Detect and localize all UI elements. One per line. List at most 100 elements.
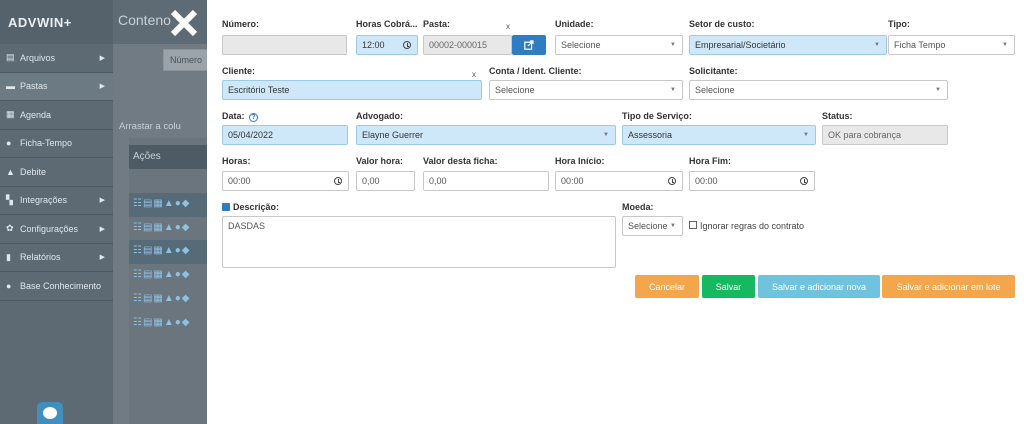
sidebar-item-pastas[interactable]: ▬ Pastas ▶: [0, 72, 113, 101]
clock-icon: ●: [6, 138, 12, 149]
sidebar-item-debite[interactable]: ▲ Debite: [0, 158, 113, 187]
table-row[interactable]: ☷▤▦▲●◆: [129, 312, 207, 336]
data-field[interactable]: 05/04/2022: [222, 125, 348, 145]
data-label: Data: ?: [222, 111, 259, 122]
save-button[interactable]: Salvar: [702, 275, 755, 298]
descricao-textarea[interactable]: [222, 216, 616, 268]
chevron-down-icon: ▼: [670, 223, 676, 229]
group-by-hint: Arrastar a colu: [119, 121, 181, 132]
sidebar-item-label: Configurações: [20, 223, 79, 234]
sidebar-item-label: Arquivos: [20, 52, 56, 63]
cliente-label: Cliente:: [222, 66, 256, 76]
table-row[interactable]: ☷▤▦▲●◆: [129, 288, 207, 312]
save-add-new-button[interactable]: Salvar e adicionar nova: [758, 275, 880, 298]
sidebar-item-ficha-tempo[interactable]: ● Ficha-Tempo: [0, 130, 113, 158]
table-row[interactable]: ☷▤▦▲●◆: [129, 193, 207, 217]
tipo-servico-label: Tipo de Serviço:: [622, 111, 692, 121]
close-icon[interactable]: [169, 8, 199, 38]
pasta-label: Pasta:: [423, 19, 451, 29]
advogado-label: Advogado:: [356, 111, 403, 121]
sidebar-item-arquivos[interactable]: ▤ Arquivos ▶: [0, 44, 113, 73]
sidebar-item-base-conhecimento[interactable]: ● Base Conhecimento: [0, 272, 113, 301]
numero-field[interactable]: [222, 35, 347, 55]
chatbot-button[interactable]: [37, 402, 63, 424]
moeda-select[interactable]: Selecione ▼: [622, 216, 683, 236]
table-row[interactable]: ☷▤▦▲●◆: [129, 264, 207, 288]
cliente-field[interactable]: Escritório Teste: [222, 80, 482, 100]
sidebar-item-configuracoes[interactable]: ✿ Configurações ▶: [0, 215, 113, 244]
chatbot-icon: [43, 407, 57, 419]
edit-icon: [222, 203, 230, 211]
sidebar-item-label: Pastas: [20, 81, 48, 92]
unidade-select[interactable]: Selecione ▼: [555, 35, 683, 55]
clock-icon: [668, 177, 676, 185]
gears-icon: ✿: [6, 223, 14, 234]
ignorar-regras-checkbox[interactable]: [689, 221, 697, 229]
moeda-value: Selecione: [628, 221, 668, 231]
sidebar-menu: ▤ Arquivos ▶ ▬ Pastas ▶ ▦ Agenda ● Ficha…: [0, 44, 113, 301]
pasta-clear-icon[interactable]: x: [506, 22, 510, 31]
hora-inicio-field[interactable]: 00:00: [555, 171, 683, 191]
calendar-icon: ▦: [6, 109, 15, 120]
pasta-field[interactable]: 00002-000015: [423, 35, 512, 55]
numero-filter-input[interactable]: Número: [163, 49, 207, 71]
grid-header-acoes: Ações: [129, 145, 207, 169]
clock-icon: [800, 177, 808, 185]
advogado-select[interactable]: Elayne Guerrer ▼: [356, 125, 616, 145]
table-row[interactable]: ☷▤▦▲●◆: [129, 217, 207, 241]
descricao-label-text: Descrição:: [233, 202, 280, 212]
valor-hora-field[interactable]: 0,00: [356, 171, 415, 191]
horas-value: 00:00: [228, 176, 251, 186]
chevron-down-icon: ▼: [603, 132, 609, 138]
cancel-button[interactable]: Cancelar: [635, 275, 699, 298]
table-row[interactable]: ☷▤▦▲●◆: [129, 240, 207, 264]
horas-cobradas-field[interactable]: 12:00: [356, 35, 418, 55]
status-label: Status:: [822, 111, 853, 121]
horas-label: Horas:: [222, 156, 251, 166]
sidebar-item-relatorios[interactable]: ▮ Relatórios ▶: [0, 244, 113, 272]
valor-ficha-field[interactable]: 0,00: [423, 171, 549, 191]
solicitante-value: Selecione: [695, 85, 735, 95]
chevron-down-icon: ▼: [670, 87, 676, 93]
clock-icon: [334, 177, 342, 185]
folder-icon: ▤: [6, 52, 15, 63]
save-add-batch-button[interactable]: Salvar e adicionar em lote: [882, 275, 1015, 298]
conta-select[interactable]: Selecione ▼: [489, 80, 683, 100]
tipo-servico-select[interactable]: Assessoria ▼: [622, 125, 816, 145]
sidebar-item-agenda[interactable]: ▦ Agenda: [0, 101, 113, 130]
data-label-text: Data:: [222, 111, 245, 121]
sitemap-icon: ▚: [6, 194, 13, 205]
money-icon: ▲: [6, 166, 15, 177]
unidade-label: Unidade:: [555, 19, 594, 29]
info-icon: ●: [6, 280, 12, 291]
conta-label: Conta / Ident. Cliente:: [489, 66, 582, 76]
ficha-tempo-modal: Número: Horas Cobrá... 12:00 Pasta: x 00…: [207, 0, 1024, 424]
external-link-icon: [524, 40, 534, 50]
cliente-clear-icon[interactable]: x: [472, 70, 476, 79]
solicitante-label: Solicitante:: [689, 66, 738, 76]
chevron-down-icon: ▼: [874, 42, 880, 48]
tipo-servico-value: Assessoria: [628, 130, 673, 140]
unidade-value: Selecione: [561, 40, 601, 50]
open-pasta-button[interactable]: [512, 35, 546, 55]
chevron-right-icon: ▶: [99, 54, 105, 62]
file-icon: ▮: [6, 251, 11, 262]
numero-label: Número:: [222, 19, 260, 29]
sidebar-item-integracoes[interactable]: ▚ Integrações ▶: [0, 187, 113, 215]
sidebar-item-label: Integrações: [20, 195, 68, 206]
hora-fim-field[interactable]: 00:00: [689, 171, 815, 191]
help-icon[interactable]: ?: [249, 113, 259, 122]
sidebar: ADVWIN+ ▤ Arquivos ▶ ▬ Pastas ▶ ▦ Agenda…: [0, 0, 113, 424]
setor-custo-value: Empresarial/Societário: [695, 40, 786, 50]
background-content: Conteno Número Arrastar a colu Ações ☷▤▦…: [113, 0, 207, 424]
sidebar-item-label: Debite: [20, 166, 47, 177]
tipo-value: Ficha Tempo: [894, 40, 946, 50]
hora-inicio-value: 00:00: [561, 176, 584, 186]
brand-logo: ADVWIN+: [0, 0, 113, 44]
tipo-select[interactable]: Ficha Tempo ▼: [888, 35, 1015, 55]
setor-custo-select[interactable]: Empresarial/Societário ▼: [689, 35, 887, 55]
status-field: OK para cobrança: [822, 125, 948, 145]
solicitante-select[interactable]: Selecione ▼: [689, 80, 948, 100]
horas-field[interactable]: 00:00: [222, 171, 349, 191]
chevron-down-icon: ▼: [1002, 42, 1008, 48]
